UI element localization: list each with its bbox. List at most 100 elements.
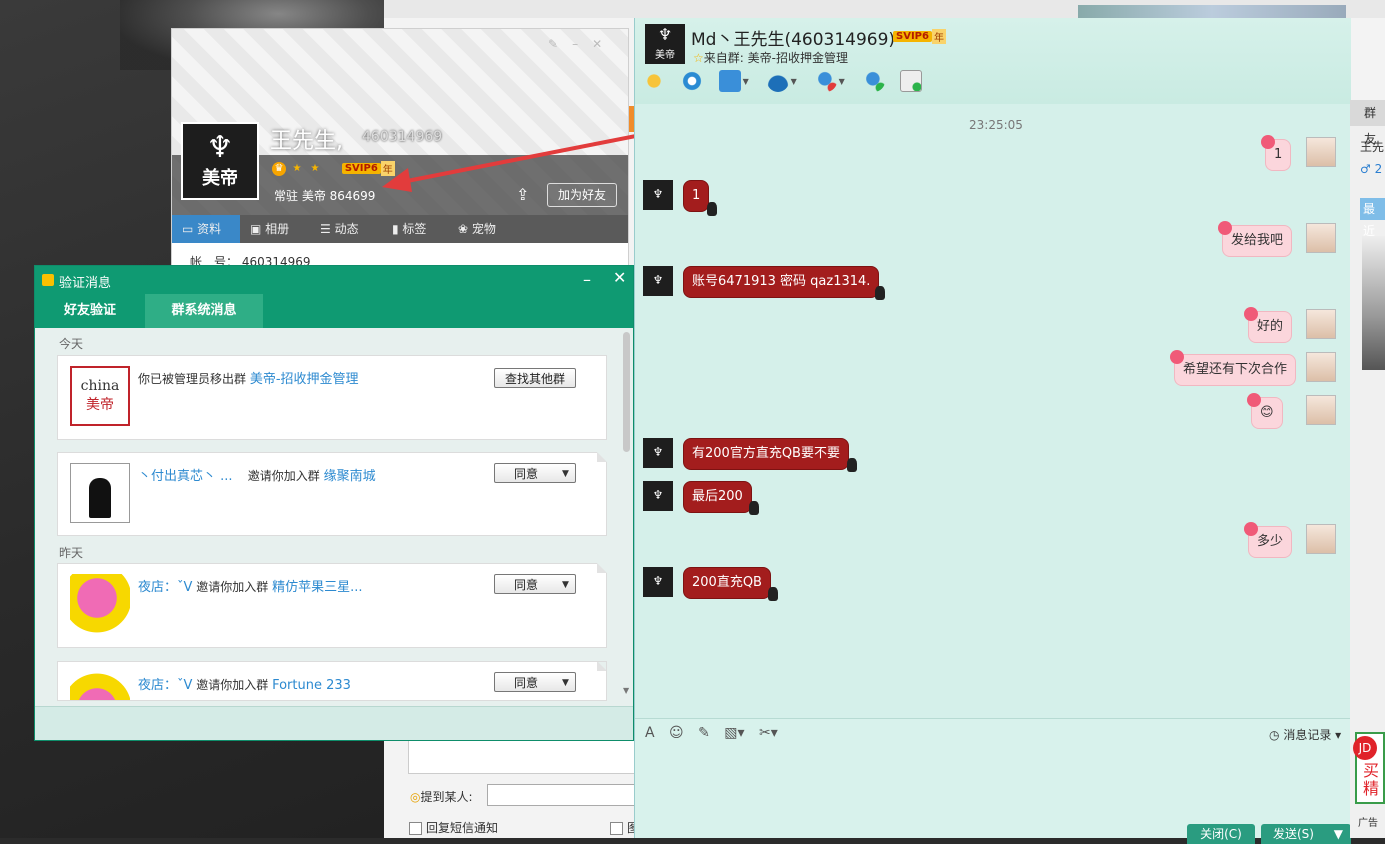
group-link[interactable]: Fortune 233 xyxy=(272,678,351,693)
close-icon[interactable]: ✕ xyxy=(613,268,626,287)
tab-info[interactable]: ▭ 资料 xyxy=(172,215,240,243)
my-avatar[interactable] xyxy=(1306,352,1336,382)
bubble-decoration-icon xyxy=(749,501,759,515)
microphone-icon[interactable] xyxy=(643,70,665,92)
trident-icon: ♆ xyxy=(206,130,234,165)
sender-avatar[interactable]: ♆ xyxy=(643,481,673,511)
sender-avatar[interactable]: ♆ xyxy=(643,180,673,210)
skin-icon[interactable]: ✎ xyxy=(548,37,572,51)
tab-feed[interactable]: ☰ 动态 xyxy=(320,215,359,243)
list-icon: ☰ xyxy=(320,222,335,236)
chat-timestamp: 23:25:05 xyxy=(969,118,1023,132)
my-avatar[interactable] xyxy=(1306,395,1336,425)
group-link[interactable]: 精仿苹果三星... xyxy=(272,580,362,595)
sender-avatar[interactable]: ♆ xyxy=(643,266,673,296)
chat-from-group: ☆来自群: 美帝-招收押金管理 xyxy=(693,51,848,65)
group-link[interactable]: 缘聚南城 xyxy=(324,469,376,484)
chevron-down-icon[interactable]: ▼ xyxy=(556,672,576,692)
chevron-down-icon[interactable]: ▼ xyxy=(791,77,797,86)
tab-pet[interactable]: ❀ 宠物 xyxy=(458,215,496,243)
sender-avatar[interactable]: ♆ xyxy=(643,438,673,468)
album-icon: ▣ xyxy=(250,222,266,236)
emoji-icon[interactable]: ☺ xyxy=(669,725,684,741)
tab-tags[interactable]: ▮ 标签 xyxy=(392,215,426,243)
message-history-button[interactable]: ◷ 消息记录 ▾ xyxy=(1269,726,1341,743)
bubble-decoration-icon xyxy=(768,587,778,601)
sms-notify-checkbox[interactable]: 回复短信通知 xyxy=(409,819,498,836)
message-bubble-received: 200直充QB xyxy=(683,567,771,599)
edit-icon[interactable]: ✎ xyxy=(698,725,710,741)
jd-logo: JD xyxy=(1353,736,1377,760)
user-link[interactable]: 夜店：ˇV xyxy=(138,678,192,693)
message-bubble-mine: 发给我吧 xyxy=(1222,225,1293,257)
chat-avatar[interactable]: ♆ 美帝 xyxy=(645,24,685,64)
profile-window-controls: ✎–✕ xyxy=(548,37,616,51)
my-avatar[interactable] xyxy=(1306,524,1336,554)
chevron-down-icon[interactable]: ▼ xyxy=(743,77,749,86)
invite-text: 夜店：ˇV 邀请你加入群 Fortune 233 xyxy=(138,678,351,693)
my-avatar[interactable] xyxy=(1306,223,1336,253)
chevron-down-icon[interactable]: ▼ xyxy=(556,574,576,594)
agree-button[interactable]: 同意 xyxy=(494,463,558,483)
profile-avatar[interactable]: ♆ 美帝 xyxy=(181,122,259,200)
bookmark-icon: ▮ xyxy=(392,222,403,236)
scroll-down-icon[interactable]: ▼ xyxy=(623,686,629,695)
remote-assist-icon[interactable] xyxy=(766,70,789,92)
chevron-down-icon[interactable]: ▼ xyxy=(1334,824,1351,844)
crown-icon: ♛ xyxy=(272,161,286,176)
card-fold xyxy=(597,662,606,671)
message-bubble-received: 账号6471913 密码 qaz1314. xyxy=(683,266,880,298)
bubble-decoration-icon xyxy=(1218,221,1232,235)
profile-name: 王先生, xyxy=(270,129,343,154)
bubble-decoration-icon xyxy=(875,286,885,300)
profile-badges: ♛ ★ ★ SVIP6 年 xyxy=(272,161,395,179)
user-link[interactable]: 夜店：ˇV xyxy=(138,580,192,595)
vip-badge: SVIP6 xyxy=(893,31,932,42)
tab-album[interactable]: ▣ 相册 xyxy=(250,215,289,243)
chevron-down-icon[interactable]: ▼ xyxy=(839,77,845,86)
user-thumbnail xyxy=(70,574,130,634)
remove-user-icon[interactable] xyxy=(814,70,837,92)
close-chat-button[interactable]: 关闭(C) xyxy=(1187,824,1255,844)
checkbox-box[interactable] xyxy=(409,822,422,835)
side-thumbnail[interactable] xyxy=(1362,236,1385,370)
card-fold xyxy=(597,563,607,573)
file-transfer-icon[interactable] xyxy=(718,70,741,92)
checkbox-box[interactable] xyxy=(610,822,623,835)
user-thumbnail xyxy=(70,672,130,700)
vip-badge: SVIP6 xyxy=(341,163,381,174)
agree-button[interactable]: 同意 xyxy=(494,672,558,692)
create-discussion-icon[interactable] xyxy=(900,70,923,92)
scrollbar-thumb[interactable] xyxy=(623,332,630,452)
chat-header: ♆ 美帝 Md丶王先生(460314969) SVIP6 年 ☆来自群: 美帝-招收… xyxy=(635,18,1351,104)
add-user-icon[interactable] xyxy=(862,70,885,92)
recent-tab[interactable]: 最近 xyxy=(1360,198,1385,238)
star-icon: ★ xyxy=(310,162,320,174)
send-button[interactable]: 发送(S) ▼ xyxy=(1261,824,1351,844)
chat-toolbar: ▼ ▼ ▼ xyxy=(643,70,934,100)
minimize-icon[interactable]: – xyxy=(583,270,591,289)
my-avatar[interactable] xyxy=(1306,137,1336,167)
image-icon[interactable]: ▧▾ xyxy=(724,725,744,741)
tab-group-system[interactable]: 群系统消息 xyxy=(145,294,263,328)
minimize-icon[interactable]: – xyxy=(572,37,592,51)
chevron-down-icon[interactable]: ▼ xyxy=(556,463,576,483)
screenshot-scissors-icon[interactable]: ✂▾ xyxy=(759,725,778,741)
verification-footer xyxy=(35,706,633,740)
user-thumbnail xyxy=(70,463,130,523)
find-other-groups-button[interactable]: 查找其他群 xyxy=(494,368,576,388)
group-link[interactable]: 美帝-招收押金管理 xyxy=(250,372,359,387)
speaker-icon xyxy=(42,274,54,286)
font-icon[interactable]: A xyxy=(645,725,655,741)
close-icon[interactable]: ✕ xyxy=(592,37,616,51)
user-link[interactable]: 丶付出真芯丶 ... xyxy=(138,469,233,484)
sender-avatar[interactable]: ♆ xyxy=(643,567,673,597)
agree-button[interactable]: 同意 xyxy=(494,574,558,594)
my-avatar[interactable] xyxy=(1306,309,1336,339)
webcam-icon[interactable] xyxy=(680,70,703,92)
chat-title: Md丶王先生(460314969) xyxy=(691,30,896,50)
mention-input[interactable] xyxy=(487,784,635,806)
tab-friend-verify[interactable]: 好友验证 xyxy=(35,294,145,328)
avatar-label: 美帝 xyxy=(202,168,238,189)
background-input-box[interactable] xyxy=(408,738,636,774)
